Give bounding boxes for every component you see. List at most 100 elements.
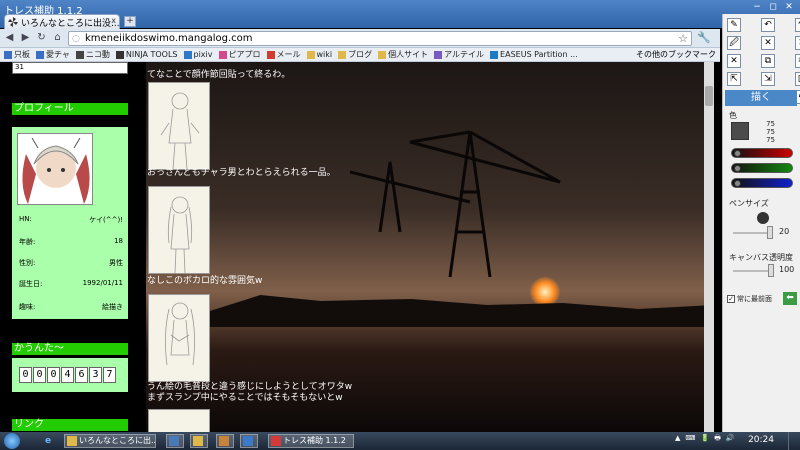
minimize-button[interactable]: − bbox=[750, 2, 764, 12]
wrench-icon[interactable]: 🔧 bbox=[697, 31, 711, 45]
tab-close-icon[interactable]: x bbox=[111, 16, 116, 25]
bookmark-item[interactable]: NINJA TOOLS bbox=[115, 48, 178, 61]
forward-icon[interactable]: ▶ bbox=[19, 31, 32, 44]
red-knob[interactable] bbox=[734, 150, 741, 157]
color-label: 色 bbox=[729, 111, 737, 120]
bookmark-item[interactable]: 只板 bbox=[4, 48, 30, 61]
new-tab-button[interactable]: + bbox=[124, 16, 136, 27]
trace-tool-panel: ✎↶↷🖉✕✕✕⧉✂⇱⇲▥📂💾⚙ 描く 色 75 75 75 ペンサイズ 20 キ… bbox=[722, 14, 800, 432]
sketch-thumbnail[interactable] bbox=[148, 82, 210, 170]
bookmark-item[interactable]: メール bbox=[266, 48, 301, 61]
keyboard-icon[interactable]: ⌨ bbox=[685, 434, 695, 445]
pen-size-label: ペンサイズ bbox=[729, 199, 769, 208]
pinwheel-icon bbox=[8, 17, 18, 27]
pen-size-slider[interactable] bbox=[733, 226, 773, 239]
scrollbar-thumb[interactable] bbox=[705, 86, 713, 106]
page-scrollbar[interactable] bbox=[704, 62, 714, 432]
ie-icon[interactable]: e bbox=[42, 435, 54, 447]
counter-header: かうんた～ bbox=[12, 343, 128, 355]
tool-button[interactable]: ✂ bbox=[795, 54, 800, 68]
clock[interactable]: 20:24 bbox=[748, 435, 774, 445]
sketch-thumbnail[interactable] bbox=[148, 294, 210, 382]
tool-button[interactable]: ⧉ bbox=[761, 54, 775, 68]
reload-icon[interactable]: ↻ bbox=[35, 31, 48, 44]
green-knob[interactable] bbox=[734, 165, 741, 172]
post-text: てなことで顔作節回貼って終るわ。 bbox=[147, 70, 291, 80]
bookmark-item[interactable]: EASEUS Partition ... bbox=[490, 48, 578, 61]
red-slider[interactable] bbox=[731, 148, 793, 158]
sketch-thumbnail[interactable] bbox=[148, 409, 210, 432]
tool-button[interactable]: 🖉 bbox=[727, 36, 741, 50]
canvas-opacity-value: 100 bbox=[779, 265, 795, 274]
profile-row: HN: ケイ(^^)! bbox=[19, 215, 123, 224]
taskbar-task[interactable]: トレス補助 1.1.2 bbox=[268, 434, 354, 448]
taskbar-task[interactable] bbox=[166, 434, 184, 448]
pen-size-handle[interactable] bbox=[767, 226, 773, 239]
network-icon[interactable]: 🖶 bbox=[714, 434, 721, 445]
canvas-opacity-slider[interactable] bbox=[733, 264, 774, 277]
tool-button[interactable]: ⇲ bbox=[761, 72, 775, 86]
canvas-opacity-label: キャンバス透明度 bbox=[729, 253, 793, 262]
taskbar-task[interactable]: いろんなところに出... bbox=[64, 434, 156, 448]
volume-icon[interactable]: 🔊 bbox=[726, 434, 735, 445]
tool-button[interactable]: ✎ bbox=[727, 18, 741, 32]
address-bar[interactable]: ◌ kmeneiikdoswimo.mangalog.com ☆ bbox=[68, 31, 692, 46]
bookmark-item[interactable]: 個人サイト bbox=[378, 48, 428, 61]
tool-button[interactable]: ↶ bbox=[761, 18, 775, 32]
taskbar-task[interactable] bbox=[190, 434, 208, 448]
bookmark-label: NINJA TOOLS bbox=[125, 49, 178, 59]
bookmark-item[interactable]: アルテイル bbox=[434, 48, 484, 61]
browser-toolbar: ◀ ▶ ↻ ⌂ ◌ kmeneiikdoswimo.mangalog.com ☆… bbox=[0, 29, 720, 48]
app-icon bbox=[271, 436, 281, 446]
draw-button[interactable]: 描く bbox=[725, 90, 797, 106]
bookmark-icon bbox=[218, 50, 227, 59]
blue-slider[interactable] bbox=[731, 178, 793, 188]
bookmark-label: EASEUS Partition ... bbox=[500, 49, 578, 59]
bookmark-item[interactable]: 愛チャ bbox=[36, 48, 70, 61]
checkbox-box[interactable]: ✓ bbox=[727, 295, 735, 303]
bookmark-item[interactable]: wiki bbox=[306, 48, 332, 61]
battery-icon[interactable]: 🔋 bbox=[701, 434, 710, 445]
tool-button[interactable]: ⇱ bbox=[727, 72, 741, 86]
app-icon bbox=[193, 436, 203, 446]
tool-button[interactable]: ↷ bbox=[795, 18, 800, 32]
bookmark-item[interactable]: ブログ bbox=[338, 48, 372, 61]
back-icon[interactable]: ◀ bbox=[3, 31, 16, 44]
home-icon[interactable]: ⌂ bbox=[51, 31, 64, 44]
pen-size-value: 20 bbox=[779, 227, 790, 236]
show-hidden-icons-icon[interactable]: ▲ bbox=[675, 434, 680, 445]
maximize-button[interactable]: ◻ bbox=[766, 2, 780, 12]
url-text: kmeneiikdoswimo.mangalog.com bbox=[85, 33, 253, 44]
bookmark-label: ピアプロ bbox=[228, 49, 261, 59]
browser-tab[interactable]: いろんなところに出没... x bbox=[4, 14, 120, 29]
app-icon bbox=[67, 436, 77, 446]
show-desktop-button[interactable] bbox=[788, 432, 800, 450]
taskbar-task[interactable] bbox=[216, 434, 234, 448]
sketch-thumbnail[interactable] bbox=[148, 186, 210, 274]
bookmark-item[interactable]: ニコ動 bbox=[75, 48, 110, 61]
bookmark-icon bbox=[183, 50, 192, 59]
tool-button[interactable]: ▥ bbox=[795, 72, 800, 86]
bookmark-item[interactable]: ピアプロ bbox=[218, 48, 261, 61]
bookmark-icon bbox=[338, 50, 347, 59]
always-on-top-checkbox[interactable]: ✓ 常に最前面 bbox=[727, 294, 772, 304]
taskbar-task[interactable] bbox=[240, 434, 258, 448]
start-button[interactable] bbox=[4, 433, 20, 449]
arrow-left-icon[interactable]: ⬅ bbox=[783, 292, 797, 305]
canvas-opacity-handle[interactable] bbox=[768, 264, 774, 277]
app-icon bbox=[169, 436, 179, 446]
access-counter: 0004637 bbox=[12, 358, 128, 392]
tool-button[interactable]: ✕ bbox=[761, 36, 775, 50]
profile-row: 年齢: 18 bbox=[19, 237, 123, 246]
link-header: リンク bbox=[12, 419, 128, 431]
close-button[interactable]: ✕ bbox=[782, 2, 796, 12]
other-bookmarks[interactable]: その他のブックマーク bbox=[632, 48, 716, 61]
green-slider[interactable] bbox=[731, 163, 793, 173]
star-icon[interactable]: ☆ bbox=[678, 32, 688, 45]
tool-button[interactable]: ✕ bbox=[727, 54, 741, 68]
tool-button[interactable]: ✕ bbox=[795, 36, 800, 50]
bookmark-item[interactable]: pixiv bbox=[183, 48, 213, 61]
current-color-swatch[interactable] bbox=[731, 122, 749, 140]
blue-knob[interactable] bbox=[734, 180, 741, 187]
bookmark-label: 個人サイト bbox=[388, 49, 429, 59]
